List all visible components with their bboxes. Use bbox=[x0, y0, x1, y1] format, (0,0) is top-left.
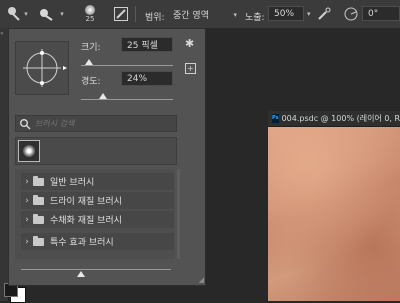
brush-angle-preview[interactable] bbox=[15, 41, 69, 95]
brush-preset-panel: 크기: 25 픽셀 ✱ + 경도: 24% › 일반 브러시 › 드라이 재질 … bbox=[8, 28, 206, 286]
brush-preset-picker[interactable]: 25 bbox=[80, 4, 100, 24]
brush-size-indicator: 25 bbox=[85, 15, 95, 23]
brush-folder-label: 수채화 재질 브러시 bbox=[50, 216, 122, 226]
collapse-arrows-icon[interactable]: « bbox=[0, 30, 4, 37]
size-label: 크기: bbox=[81, 43, 101, 53]
brush-tip-preview bbox=[85, 5, 95, 15]
chevron-right-icon: › bbox=[25, 195, 29, 206]
hardness-slider-thumb[interactable] bbox=[99, 93, 108, 99]
folder-icon bbox=[33, 175, 44, 186]
folder-icon bbox=[33, 194, 44, 205]
size-slider-thumb[interactable] bbox=[85, 59, 94, 65]
brush-icon bbox=[40, 9, 53, 21]
chevron-right-icon: › bbox=[25, 176, 29, 187]
document-tab-title: 004.psdc @ 100% (레이어 0, RGB bbox=[281, 114, 400, 123]
size-input[interactable]: 25 픽셀 bbox=[121, 37, 173, 52]
brush-tool-icon-button[interactable]: ▾ bbox=[38, 4, 64, 24]
folder-list-scrollbar[interactable] bbox=[177, 169, 180, 259]
chevron-down-icon: ▾ bbox=[233, 10, 237, 19]
exposure-input[interactable]: 50% bbox=[268, 6, 304, 21]
angle-icon bbox=[344, 7, 358, 21]
recent-brushes-strip bbox=[15, 137, 177, 165]
angle-input[interactable]: 0° bbox=[362, 6, 400, 21]
brush-folder-row[interactable]: › 일반 브러시 bbox=[21, 173, 174, 190]
brush-folder-row[interactable]: › 드라이 재질 브러시 bbox=[21, 192, 174, 209]
exposure-value: 50% bbox=[274, 8, 295, 19]
brush-roundness-icon bbox=[23, 49, 67, 87]
size-value: 25 픽셀 bbox=[127, 41, 158, 51]
folder-icon bbox=[33, 213, 44, 224]
image-canvas[interactable] bbox=[268, 127, 400, 301]
chevron-right-icon: › bbox=[25, 214, 29, 225]
hardness-input[interactable]: 24% bbox=[121, 71, 173, 86]
hardness-slider-track[interactable] bbox=[81, 99, 173, 100]
panel-resize-grip[interactable]: ◢ bbox=[199, 276, 204, 284]
airbrush-icon bbox=[318, 7, 331, 20]
document-tab[interactable]: Ps 004.psdc @ 100% (레이어 0, RGB bbox=[268, 111, 400, 127]
chevron-down-icon: ▾ bbox=[60, 10, 64, 18]
brush-search-field[interactable] bbox=[15, 115, 177, 132]
new-preset-icon[interactable]: + bbox=[185, 63, 196, 74]
preview-size-slider-thumb[interactable] bbox=[77, 271, 85, 277]
preview-size-slider-track[interactable] bbox=[21, 269, 171, 270]
hardness-value: 24% bbox=[127, 73, 148, 84]
brush-folder-label: 일반 브러시 bbox=[50, 178, 95, 188]
photoshop-file-icon: Ps bbox=[272, 114, 279, 123]
toolbar-divider bbox=[135, 6, 136, 22]
document-window: Ps 004.psdc @ 100% (레이어 0, RGB bbox=[268, 111, 400, 301]
range-select-value: 중간 영역 bbox=[173, 11, 209, 21]
airbrush-toggle[interactable] bbox=[315, 4, 335, 24]
tool-preset-picker[interactable]: ▾ bbox=[4, 4, 30, 24]
chevron-down-icon: ▾ bbox=[24, 10, 28, 18]
exposure-dropdown-chevron[interactable]: ▾ bbox=[307, 10, 311, 18]
search-icon bbox=[20, 118, 31, 129]
range-select[interactable]: 중간 영역 ▾ bbox=[173, 7, 237, 22]
range-label: 범위: bbox=[145, 13, 165, 23]
options-bar: ▾ ▾ 25 범위: 중간 영역 ▾ 노출: 50% ▾ 0° bbox=[0, 0, 400, 29]
brush-settings-toggle[interactable] bbox=[112, 4, 130, 24]
brush-search-input[interactable] bbox=[35, 119, 176, 128]
gear-icon[interactable]: ✱ bbox=[185, 37, 194, 50]
chevron-right-icon: › bbox=[25, 236, 29, 247]
recent-brush-swatch[interactable] bbox=[18, 140, 40, 162]
brush-folder-label: 드라이 재질 브러시 bbox=[50, 197, 122, 207]
angle-value: 0° bbox=[368, 8, 379, 19]
brush-folder-label: 특수 효과 브러시 bbox=[50, 238, 114, 248]
brush-folder-row[interactable]: › 특수 효과 브러시 bbox=[21, 233, 174, 250]
hardness-label: 경도: bbox=[81, 77, 101, 87]
folder-icon bbox=[33, 235, 44, 246]
exposure-label: 노출: bbox=[245, 13, 265, 23]
dodge-tool-icon bbox=[8, 7, 20, 21]
brush-settings-icon bbox=[114, 7, 128, 21]
size-slider-track[interactable] bbox=[81, 65, 173, 66]
soft-brush-tip-icon bbox=[23, 145, 35, 157]
brush-folder-row[interactable]: › 수채화 재질 브러시 bbox=[21, 211, 174, 228]
angle-dial[interactable] bbox=[343, 4, 359, 24]
